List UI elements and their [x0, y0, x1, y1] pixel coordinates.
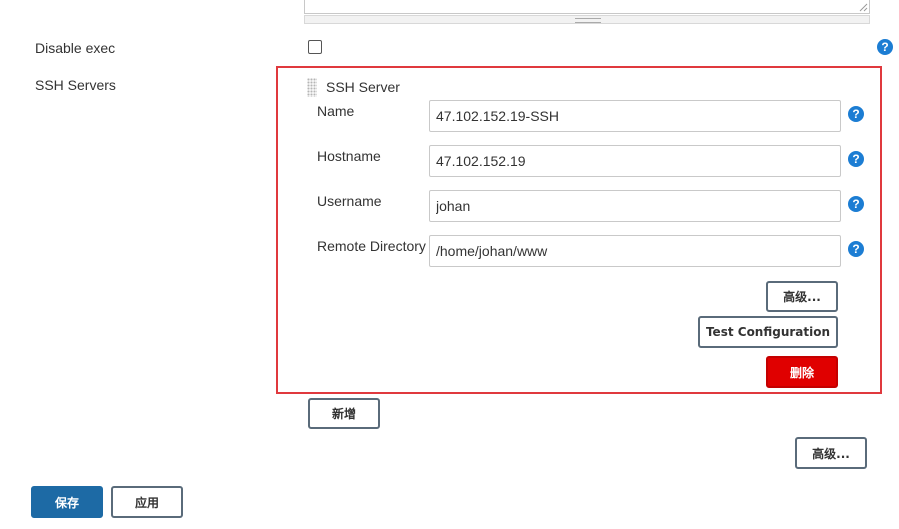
hostname-label: Hostname — [317, 148, 381, 164]
name-help-icon[interactable]: ? — [848, 106, 864, 122]
resize-grip-icon[interactable] — [858, 2, 868, 12]
apply-button[interactable]: 应用 — [111, 486, 183, 518]
drag-handle-icon[interactable] — [307, 78, 317, 97]
hostname-input[interactable] — [429, 145, 841, 177]
save-button[interactable]: 保存 — [31, 486, 103, 518]
disable-exec-label: Disable exec — [35, 40, 116, 56]
textarea-resize-bar[interactable] — [304, 15, 870, 24]
name-label: Name — [317, 103, 355, 119]
advanced-button[interactable]: 高级... — [766, 281, 838, 312]
script-textarea[interactable] — [304, 0, 870, 14]
ssh-servers-label: SSH Servers — [35, 77, 116, 93]
name-input[interactable] — [429, 100, 841, 132]
outer-advanced-button[interactable]: 高级... — [795, 437, 867, 469]
delete-button[interactable]: 删除 — [766, 356, 838, 388]
test-configuration-button[interactable]: Test Configuration — [698, 316, 838, 348]
hostname-help-icon[interactable]: ? — [848, 151, 864, 167]
remote-directory-input[interactable] — [429, 235, 841, 267]
remote-directory-label: Remote Directory — [317, 238, 426, 254]
remote-directory-help-icon[interactable]: ? — [848, 241, 864, 257]
grip-icon — [575, 18, 601, 23]
username-help-icon[interactable]: ? — [848, 196, 864, 212]
ssh-server-heading: SSH Server — [326, 79, 400, 95]
username-label: Username — [317, 193, 382, 209]
disable-exec-checkbox[interactable] — [308, 40, 322, 54]
add-server-button[interactable]: 新增 — [308, 398, 380, 429]
help-icon[interactable]: ? — [877, 39, 893, 55]
username-input[interactable] — [429, 190, 841, 222]
